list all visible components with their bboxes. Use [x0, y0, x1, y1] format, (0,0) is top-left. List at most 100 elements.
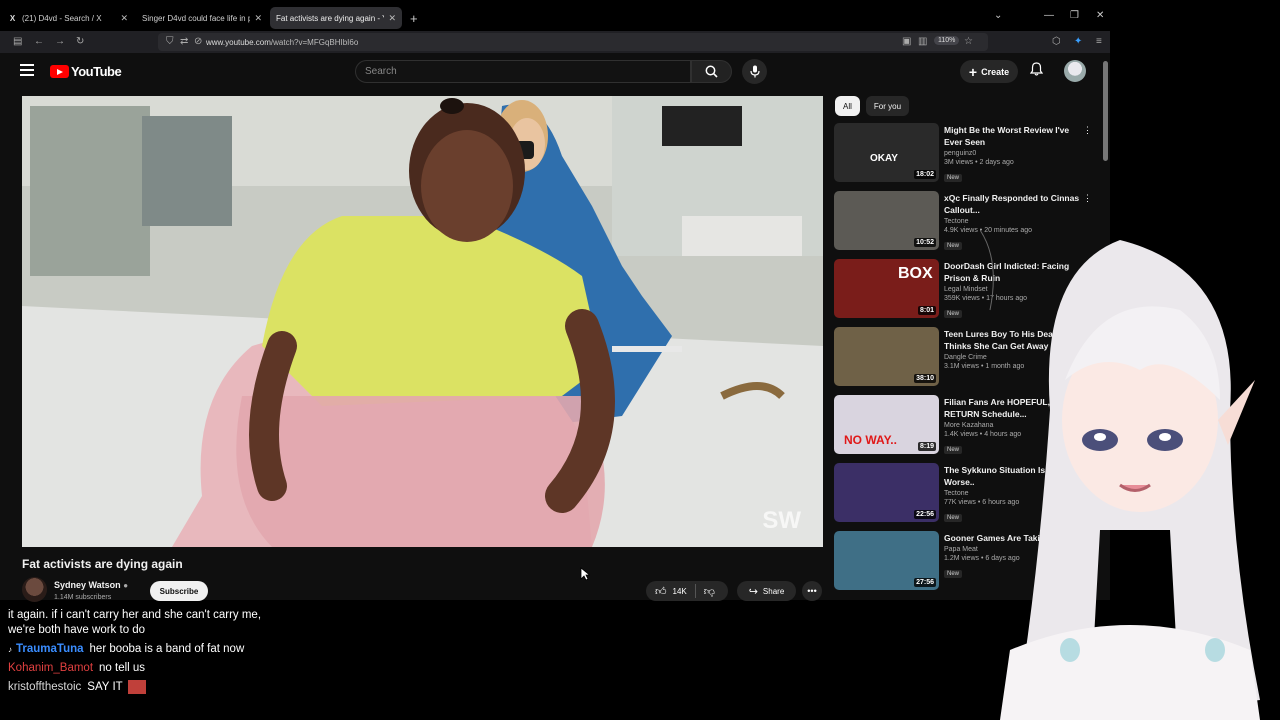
sidebar-toggle-icon[interactable]: ▤: [13, 36, 22, 47]
video-player[interactable]: SW: [22, 96, 823, 547]
recommendation-title[interactable]: xQc Finally Responded to Cinnas Callout.…: [944, 192, 1082, 216]
new-tab-icon[interactable]: +: [410, 11, 418, 26]
close-window-icon[interactable]: ✕: [1096, 10, 1104, 21]
mouse-cursor-icon: [580, 567, 590, 581]
video-thumbnail[interactable]: 10:52: [834, 191, 939, 250]
close-tab-icon[interactable]: ✕: [388, 13, 396, 24]
channel-avatar[interactable]: [22, 577, 47, 602]
recommended-video[interactable]: OKAY 18:02 Might Be the Worst Review I'v…: [834, 123, 1094, 191]
recommendation-chips: All For you: [835, 96, 910, 116]
browser-tab[interactable]: Singer D4vd could face life in p ✕: [0, 7, 268, 68]
like-count: 14K: [672, 586, 687, 596]
recommendation-title[interactable]: Might Be the Worst Review I've Ever Seen: [944, 124, 1082, 148]
search-input[interactable]: Search: [355, 60, 691, 83]
youtube-logo[interactable]: YouTube: [50, 64, 122, 79]
notifications-button[interactable]: [1029, 62, 1044, 81]
account-avatar[interactable]: [1064, 60, 1086, 82]
video-thumbnail[interactable]: 22:56: [834, 463, 939, 522]
subscribe-button[interactable]: Subscribe: [150, 581, 208, 601]
subscriber-count: 1.14M subscribers: [54, 594, 112, 601]
video-thumbnail[interactable]: BOX 8:01: [834, 259, 939, 318]
video-frame-illustration: [22, 96, 823, 547]
youtube-wordmark: YouTube: [71, 64, 122, 79]
reload-icon[interactable]: ↻: [76, 36, 84, 47]
chat-username: kristoffthestoic: [8, 681, 82, 694]
channel-watermark: SW: [762, 507, 801, 534]
vtuber-avatar: [980, 230, 1260, 720]
video-duration: 38:10: [914, 374, 936, 383]
video-duration: 27:56: [914, 578, 936, 587]
tab-title: (21) D4vd - Search / X: [22, 13, 102, 23]
youtube-play-icon: [50, 65, 69, 78]
more-horizontal-icon: •••: [807, 586, 817, 596]
like-button[interactable]: 👍︎ 14K: [646, 585, 687, 598]
bell-icon: [1029, 62, 1044, 76]
address-bar[interactable]: www.youtube.com/watch?v=MFGqBHIbI6o: [158, 33, 988, 51]
new-badge: New: [944, 514, 963, 522]
voice-search-button[interactable]: [742, 59, 767, 84]
page-scrollbar[interactable]: [1103, 61, 1108, 161]
stream-chat: it again. if i can't carry her and she c…: [8, 608, 268, 699]
back-icon[interactable]: ←: [34, 36, 44, 47]
bookmark-star-icon[interactable]: ☆: [964, 36, 973, 47]
tab-list-chevron-icon[interactable]: ⌄: [994, 10, 1002, 21]
video-title: Fat activists are dying again: [22, 557, 183, 571]
channel-name[interactable]: Sydney Watson ●: [54, 580, 128, 590]
shield-icon[interactable]: ⛉: [166, 36, 174, 47]
video-thumbnail[interactable]: 27:56: [834, 531, 939, 590]
picture-in-picture-icon[interactable]: ▣: [902, 36, 911, 47]
share-icon: ↪: [748, 585, 758, 598]
share-button[interactable]: ↪ Share: [737, 581, 796, 601]
chat-message: Kohanim_Bamot no tell us: [8, 661, 268, 676]
chip-all[interactable]: All: [835, 96, 860, 116]
url-host: www.youtube.com: [206, 37, 271, 47]
x-logo-icon: X: [9, 13, 16, 23]
zoom-level-badge[interactable]: 110%: [934, 36, 960, 45]
like-dislike-group: 👍︎ 14K 👎︎: [646, 581, 728, 601]
recommendation-channel[interactable]: Tectone: [944, 218, 1082, 225]
chat-username: TraumaTuna: [16, 643, 84, 655]
create-label: Create: [981, 66, 1010, 77]
extensions-icon[interactable]: ⬡: [1052, 36, 1061, 47]
video-duration: 10:52: [914, 238, 936, 247]
search-button[interactable]: [691, 60, 732, 83]
video-thumbnail[interactable]: 38:10: [834, 327, 939, 386]
chat-badge-icon: ♪: [8, 645, 12, 654]
browser-nav-bar: ▤ ← → ↻ www.youtube.com/watch?v=MFGqBHIb…: [0, 31, 1110, 53]
create-button[interactable]: + Create: [960, 60, 1018, 83]
new-badge: New: [944, 242, 963, 250]
forward-icon[interactable]: →: [55, 36, 65, 47]
url-path: /watch?v=MFGqBHIbI6o: [270, 37, 359, 47]
extension-puzzle-icon[interactable]: ✦: [1074, 36, 1082, 47]
video-duration: 22:56: [914, 510, 936, 519]
microphone-icon: [749, 65, 760, 78]
chat-username: Kohanim_Bamot: [8, 662, 94, 674]
tab-title: Fat activists are dying again - Y: [276, 13, 385, 23]
close-tab-icon[interactable]: ✕: [254, 13, 262, 24]
video-thumbnail[interactable]: OKAY 18:02: [834, 123, 939, 182]
new-badge: New: [944, 310, 963, 318]
video-thumbnail[interactable]: NO WAY.. 8:19: [834, 395, 939, 454]
chat-message-text: no tell us: [99, 662, 146, 674]
menu-icon[interactable]: [20, 64, 34, 76]
video-duration: 8:19: [917, 442, 936, 451]
tab-title: Singer D4vd could face life in p: [142, 13, 251, 23]
verified-icon: ●: [123, 581, 129, 590]
minimize-icon[interactable]: —: [1044, 10, 1054, 21]
permissions-icon[interactable]: ⇄: [180, 36, 188, 47]
chat-message: kristoffthestoic SAY IT: [8, 680, 268, 695]
chip-for-you[interactable]: For you: [865, 96, 910, 116]
browser-tab-active[interactable]: Fat activists are dying again - Y ✕: [0, 7, 402, 68]
thumbs-down-icon[interactable]: 👎︎: [704, 585, 715, 598]
more-vertical-icon[interactable]: ⋮: [1083, 125, 1092, 136]
close-tab-icon[interactable]: ✕: [120, 13, 128, 24]
recommendation-channel[interactable]: penguinz0: [944, 150, 1082, 157]
app-menu-icon[interactable]: ≡: [1096, 36, 1102, 47]
lock-icon[interactable]: ⊘: [194, 36, 202, 47]
browser-tab[interactable]: X (21) D4vd - Search / X ✕: [2, 7, 134, 29]
reader-view-icon[interactable]: ▥: [918, 36, 927, 47]
more-actions-button[interactable]: •••: [802, 581, 822, 601]
more-vertical-icon[interactable]: ⋮: [1083, 193, 1092, 204]
chat-message: it again. if i can't carry her and she c…: [8, 608, 268, 638]
maximize-icon[interactable]: ❐: [1070, 10, 1079, 21]
